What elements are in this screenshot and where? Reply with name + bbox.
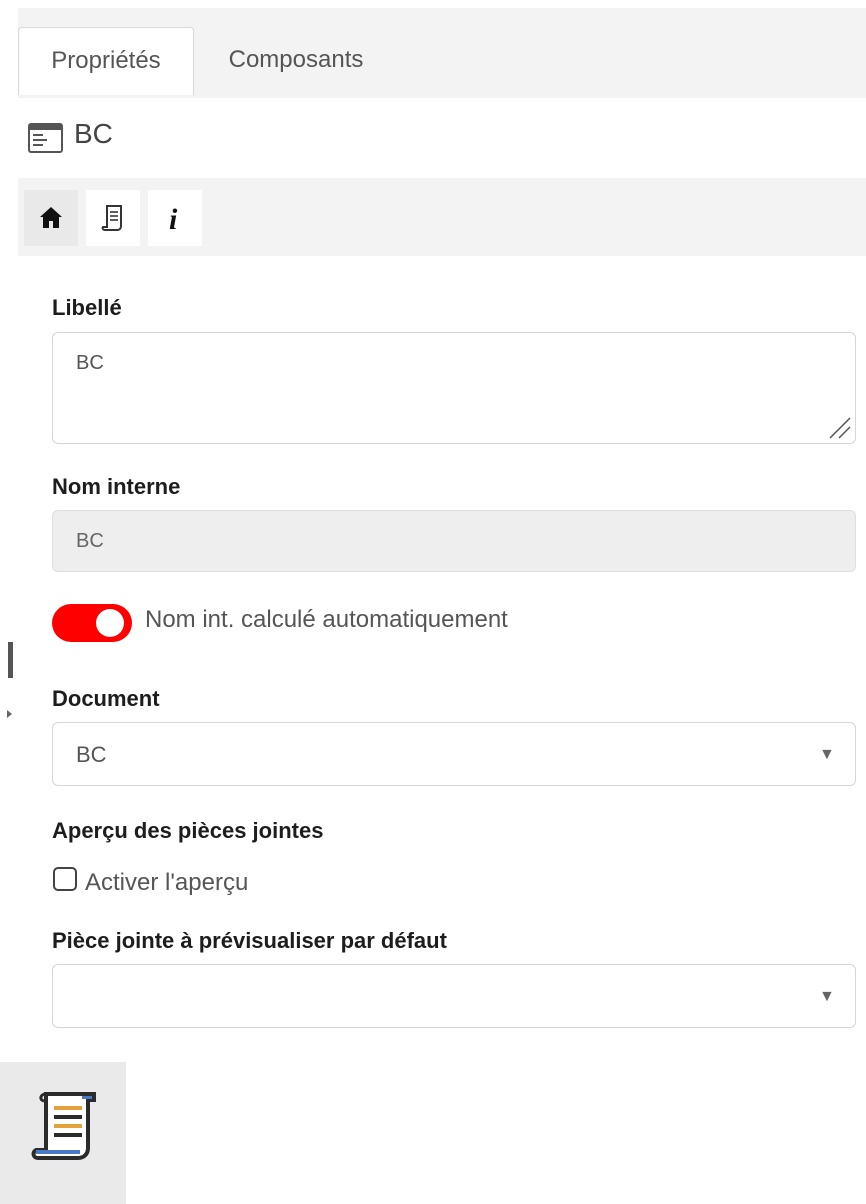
- libelle-value: BC: [76, 352, 104, 374]
- chevron-down-icon: ▼: [819, 746, 835, 763]
- document-scroll-icon: [101, 205, 122, 231]
- collapse-arrow-icon[interactable]: [7, 710, 12, 718]
- libelle-textarea[interactable]: [52, 332, 856, 444]
- nom-interne-value: BC: [76, 530, 104, 552]
- activer-apercu-checkbox[interactable]: [53, 867, 77, 891]
- home-button[interactable]: [24, 190, 78, 246]
- document-label: Document: [52, 686, 160, 711]
- activer-apercu-label[interactable]: Activer l'aperçu: [85, 869, 248, 897]
- libelle-label: Libellé: [52, 295, 122, 320]
- piece-jointe-select[interactable]: [52, 964, 856, 1028]
- form-window-icon: [28, 123, 63, 153]
- resize-grip-icon[interactable]: [826, 414, 852, 440]
- apercu-label: Aperçu des pièces jointes: [52, 818, 324, 843]
- top-strip: [0, 0, 866, 8]
- element-header: [18, 98, 866, 178]
- auto-name-toggle-label: Nom int. calculé automatiquement: [145, 606, 508, 633]
- document-button[interactable]: [86, 190, 140, 246]
- document-scroll-icon: [31, 1092, 96, 1160]
- piece-jointe-label: Pièce jointe à prévisualiser par défaut: [52, 928, 447, 953]
- nom-interne-label: Nom interne: [52, 474, 181, 499]
- document-select-value: BC: [76, 742, 107, 767]
- document-select[interactable]: [52, 722, 856, 786]
- tab-composants[interactable]: Composants: [196, 27, 396, 95]
- splitter-handle[interactable]: [8, 642, 13, 678]
- home-icon: [40, 207, 62, 228]
- tab-proprietes[interactable]: Propriétés: [18, 27, 194, 95]
- panel-toolbar: [18, 178, 866, 256]
- info-button[interactable]: i: [148, 190, 202, 246]
- element-title: BC: [74, 118, 113, 149]
- chevron-down-icon: ▼: [819, 988, 835, 1005]
- nom-interne-field: [52, 510, 856, 572]
- toggle-knob: [96, 609, 124, 637]
- info-icon: i: [169, 203, 178, 236]
- svg-text:i: i: [169, 203, 178, 236]
